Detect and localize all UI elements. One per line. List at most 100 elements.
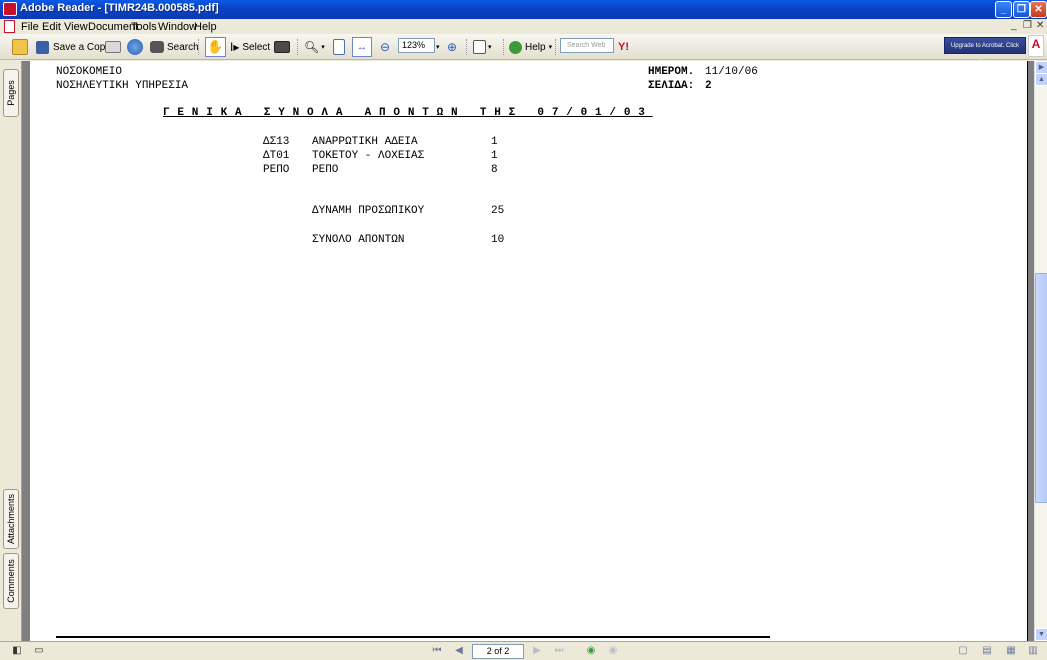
zoom-level-input[interactable]: 123% <box>398 38 435 53</box>
previous-page-icon[interactable]: ◀ <box>452 644 466 658</box>
zoom-tool-button[interactable]: 🔍︎ ▾ <box>304 38 325 56</box>
pages-tab-label: Pages <box>6 80 16 106</box>
doc-minimize-icon[interactable]: _ <box>1011 20 1017 31</box>
adobe-logo: A <box>1028 35 1044 57</box>
comments-tab[interactable]: Comments <box>3 553 19 609</box>
open-button[interactable] <box>12 38 28 56</box>
print-button[interactable] <box>105 38 121 56</box>
go-forward-icon[interactable]: ◉ <box>606 644 620 658</box>
close-button[interactable]: ✕ <box>1030 1 1047 18</box>
page-info-icon[interactable]: ▭ <box>32 644 46 658</box>
department-name: ΝΟΣΗΛΕΥΤΙΚΗ ΥΠΗΡΕΣΙΑ <box>56 80 189 92</box>
scroll-up-icon[interactable]: ▲ <box>1035 73 1047 86</box>
camera-icon <box>274 41 290 53</box>
absence-description: ΤΟΚΕΤΟΥ - ΛΟΧΕΙΑΣ <box>312 150 425 162</box>
help-button[interactable]: Help ▾ <box>509 38 552 56</box>
title-bar: Adobe Reader - [TIMR24B.000585.pdf] _ ❐ … <box>0 0 1047 19</box>
zoom-out-icon: ⊖ <box>380 40 391 54</box>
select-label: Select <box>242 41 271 53</box>
rotate-button[interactable]: ▾ <box>473 38 492 56</box>
date-value: 11/10/06 <box>705 66 758 78</box>
panel-toggle-icon[interactable]: ◧ <box>10 644 24 658</box>
document-viewport[interactable]: ΝΟΣΟΚΟΜΕΙΟ ΝΟΣΗΛΕΥΤΙΚΗ ΥΠΗΡΕΣΙΑ ΗΜΕΡΟΜ. … <box>22 61 1034 641</box>
single-page-icon[interactable]: ▢ <box>956 644 970 658</box>
attachments-tab-label: Attachments <box>6 493 16 545</box>
scrollbar-thumb[interactable] <box>1035 273 1047 503</box>
email-icon <box>127 39 143 55</box>
pages-tab[interactable]: Pages <box>3 69 19 117</box>
email-button[interactable] <box>127 38 143 56</box>
continuous-icon[interactable]: ▤ <box>980 644 994 658</box>
toolbar-separator <box>503 39 505 55</box>
actual-size-button[interactable] <box>333 38 345 56</box>
go-back-icon[interactable]: ◉ <box>584 644 598 658</box>
fit-width-icon: ↔ <box>357 41 367 53</box>
zoom-out-button[interactable]: ⊖ <box>380 38 390 56</box>
page-rotate-icon <box>473 40 486 54</box>
toolbar: Save a Copy Search ✋ I▸ Select 🔍︎ ▾ ↔ ⊖ … <box>0 34 1047 60</box>
search-button[interactable]: Search <box>150 38 199 56</box>
staff-strength-value: 25 <box>491 205 505 217</box>
comments-tab-label: Comments <box>6 559 16 603</box>
report-heading: ΓΕΝΙΚΑ ΣΥΝΟΛΑ ΑΠΟΝΤΩΝ ΤΗΣ 07/01/03 <box>163 107 653 119</box>
status-bar: ◧ ▭ ⏮ ◀ 2 of 2 ▶ ⏭ ◉ ◉ ▢ ▤ ▦ ▥ <box>0 641 1047 660</box>
attachments-tab[interactable]: Attachments <box>3 489 19 549</box>
adobe-reader-icon <box>3 2 17 16</box>
next-page-icon[interactable]: ▶ <box>530 644 544 658</box>
toolbar-separator <box>555 39 557 55</box>
first-page-icon[interactable]: ⏮ <box>430 644 444 658</box>
navigation-panel: Pages Attachments Comments <box>0 61 22 641</box>
select-tool-button[interactable]: I▸ Select <box>230 38 270 56</box>
absence-code: ΡΕΠΟ <box>263 164 290 176</box>
menu-view[interactable]: View <box>64 21 88 33</box>
absence-count: 8 <box>491 164 498 176</box>
page-label: ΣΕΛΙΔΑ: <box>648 80 695 92</box>
page-number-input[interactable]: 2 of 2 <box>472 644 524 659</box>
doc-close-icon[interactable]: ✕ <box>1036 20 1044 31</box>
actual-size-icon <box>333 39 345 55</box>
chevron-down-icon: ▾ <box>488 44 492 51</box>
continuous-facing-icon[interactable]: ▥ <box>1026 644 1040 658</box>
menu-tools[interactable]: Tools <box>131 21 157 33</box>
minimize-button[interactable]: _ <box>995 1 1012 18</box>
toolbar-separator <box>198 39 200 55</box>
document-icon[interactable] <box>4 20 15 33</box>
snapshot-button[interactable] <box>274 38 290 56</box>
search-web-input[interactable]: Search Web <box>560 38 614 53</box>
doc-restore-icon[interactable]: ❐ <box>1023 20 1032 31</box>
search-label: Search <box>167 41 199 53</box>
scroll-down-icon[interactable]: ▼ <box>1035 628 1047 641</box>
vertical-scrollbar[interactable]: ▶ ▲ ▼ <box>1034 61 1047 641</box>
menu-window[interactable]: Window <box>158 21 197 33</box>
staff-strength-label: ΔΥΝΑΜΗ ΠΡΟΣΩΠΙΚΟΥ <box>312 205 425 217</box>
pdf-page: ΝΟΣΟΚΟΜΕΙΟ ΝΟΣΗΛΕΥΤΙΚΗ ΥΠΗΡΕΣΙΑ ΗΜΕΡΟΜ. … <box>30 61 1028 641</box>
menu-file[interactable]: File <box>21 21 39 33</box>
binoculars-icon <box>150 41 164 53</box>
save-copy-button[interactable]: Save a Copy <box>36 38 110 56</box>
total-absent-value: 10 <box>491 234 505 246</box>
total-absent-label: ΣΥΝΟΛΟ ΑΠΟΝΤΩΝ <box>312 234 405 246</box>
zoom-dropdown-arrow-icon[interactable]: ▾ <box>436 38 440 56</box>
page-number: 2 <box>705 80 712 92</box>
upgrade-acrobat-banner[interactable]: Upgrade to Acrobat. Click Here <box>944 37 1026 66</box>
fit-width-button[interactable]: ↔ <box>352 37 372 57</box>
date-label: ΗΜΕΡΟΜ. <box>648 66 695 78</box>
save-copy-label: Save a Copy <box>53 41 111 53</box>
menu-help[interactable]: Help <box>194 21 217 33</box>
absence-code: ΔΣ13 <box>263 136 290 148</box>
help-label: Help <box>525 41 546 53</box>
page-footer-rule <box>56 636 770 638</box>
hand-tool-button[interactable]: ✋ <box>205 37 226 57</box>
facing-icon[interactable]: ▦ <box>1004 644 1018 658</box>
restore-button[interactable]: ❐ <box>1013 1 1030 18</box>
zoom-in-button[interactable]: ⊕ <box>447 38 457 56</box>
menu-edit[interactable]: Edit <box>42 21 61 33</box>
chevron-down-icon: ▾ <box>548 44 553 51</box>
magnifier-icon: 🔍︎ <box>304 40 320 54</box>
last-page-icon[interactable]: ⏭ <box>552 644 566 658</box>
yahoo-icon[interactable]: Y! <box>618 38 629 56</box>
text-cursor-icon: I▸ <box>230 40 240 54</box>
absence-description: ΑΝΑΡΡΩΤΙΚΗ ΑΔΕΙΑ <box>312 136 418 148</box>
absence-code: ΔΤ01 <box>263 150 290 162</box>
absence-count: 1 <box>491 150 498 162</box>
